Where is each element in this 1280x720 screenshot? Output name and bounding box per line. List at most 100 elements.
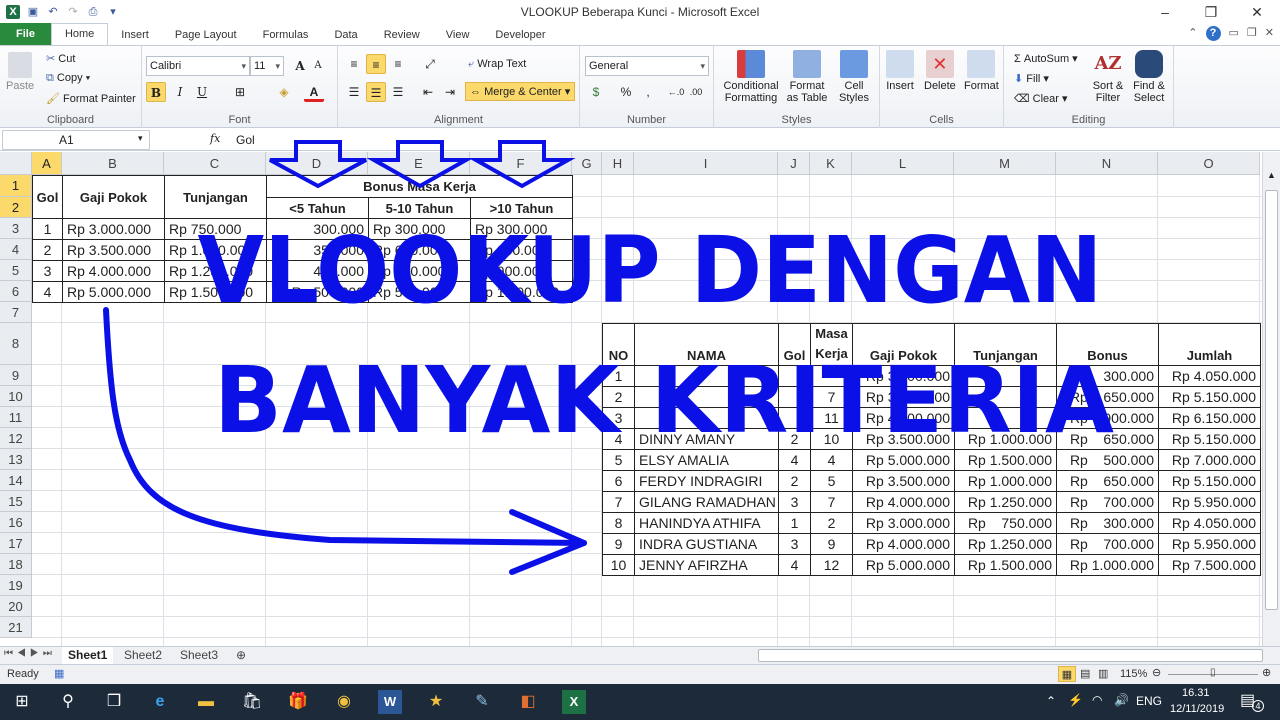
notepad-icon[interactable]: ✎	[470, 690, 494, 714]
main-gol-cell[interactable]: 3	[778, 533, 811, 555]
input-language[interactable]: ENG	[1136, 694, 1162, 708]
vertical-scroll-thumb[interactable]	[1265, 190, 1278, 610]
lookup-gaji-cell[interactable]: Rp 4.000.000	[62, 260, 165, 282]
main-nama-cell[interactable]: DINNY AMANY	[634, 428, 779, 450]
font-name-select[interactable]: Calibri	[146, 56, 250, 76]
lookup-header-gaji-pokok[interactable]: Gaji Pokok	[62, 175, 165, 219]
row-header-9[interactable]: 9	[0, 365, 32, 386]
row-header-21[interactable]: 21	[0, 617, 32, 638]
lookup-bonus-lt5-cell[interactable]: 350.000	[266, 239, 369, 261]
align-left-icon[interactable]: ☰	[344, 82, 364, 102]
align-right-icon[interactable]: ☰	[388, 82, 408, 102]
word-icon[interactable]: W	[378, 690, 402, 714]
lookup-bonus-gt10-cell[interactable]: Rp 1.000.000	[470, 281, 573, 303]
macro-record-icon[interactable]: ▦	[54, 667, 64, 680]
restore-button[interactable]: ❐	[1188, 0, 1234, 24]
format-cells-button[interactable]: Format	[964, 50, 999, 92]
main-masa-kerja-cell[interactable]: 10	[810, 428, 853, 450]
main-nama-cell[interactable]: HANINDYA ATHIFA	[634, 512, 779, 534]
lookup-bonus-lt5-cell[interactable]: 300.000	[266, 218, 369, 240]
main-gaji-pokok-cell[interactable]: Rp 3.500.000	[852, 428, 955, 450]
row-header-12[interactable]: 12	[0, 428, 32, 449]
main-gaji-pokok-cell[interactable]: Rp 5.000.000	[852, 449, 955, 471]
main-masa-kerja-cell[interactable]: 9	[810, 533, 853, 555]
main-jumlah-cell[interactable]: Rp 7.000.000	[1158, 449, 1261, 471]
workbook-restore-icon[interactable]: ❐	[1247, 26, 1257, 41]
main-bonus-cell[interactable]: Rp 500.000	[1056, 449, 1159, 471]
main-gol-cell[interactable]: 4	[778, 449, 811, 471]
format-as-table-button[interactable]: Format as Table	[784, 50, 830, 104]
main-tunjangan-cell[interactable]	[954, 386, 1057, 408]
collapse-ribbon-icon[interactable]: ⌃	[1188, 26, 1197, 41]
main-header-no[interactable]: NO	[602, 323, 635, 366]
column-header-l[interactable]: L	[852, 152, 954, 175]
main-gaji-pokok-cell[interactable]: Rp 4.000.000	[852, 491, 955, 513]
lookup-tunjangan-cell[interactable]: Rp 1.500.000	[164, 281, 267, 303]
align-center-icon[interactable]: ☰	[366, 82, 386, 102]
normal-view-icon[interactable]: ▦	[1058, 666, 1076, 682]
main-jumlah-cell[interactable]: Rp 6.150.000	[1158, 407, 1261, 429]
main-bonus-cell[interactable]: Rp 650.000	[1056, 470, 1159, 492]
lookup-header-bonus-masa-kerja[interactable]: Bonus Masa Kerja	[266, 175, 573, 198]
clock-time[interactable]: 16.31	[1182, 687, 1210, 699]
increase-decimal-icon[interactable]: ←.0	[666, 82, 686, 102]
main-header-gaji-pokok[interactable]: Gaji Pokok	[852, 323, 955, 366]
main-masa-kerja-cell[interactable]	[810, 365, 853, 387]
clear-button[interactable]: ⌫ Clear ▾	[1014, 92, 1068, 105]
main-no-cell[interactable]: 9	[602, 533, 635, 555]
lookup-tunjangan-cell[interactable]: Rp 1.250.000	[164, 260, 267, 282]
main-header-bonus[interactable]: Bonus	[1056, 323, 1159, 366]
column-header-k[interactable]: K	[810, 152, 852, 175]
row-header-13[interactable]: 13	[0, 449, 32, 470]
column-header-c[interactable]: C	[164, 152, 266, 175]
name-box-dropdown-icon[interactable]: ▾	[138, 133, 143, 144]
main-bonus-cell[interactable]: Rp 300.000	[1056, 365, 1159, 387]
main-gaji-pokok-cell[interactable]: Rp 3.000.000	[852, 365, 955, 387]
gift-app-icon[interactable]: 🎁	[286, 690, 310, 714]
edge-icon[interactable]: e	[148, 690, 172, 714]
main-gaji-pokok-cell[interactable]: Rp 3.000.000	[852, 512, 955, 534]
worksheet-grid[interactable]: A B C D E F G H I J K L M N O 1 2 3 4 5 6 7 8 9 10 11 12 13 14 15 16 17…	[0, 152, 1262, 646]
lookup-tunjangan-cell[interactable]: Rp 750.000	[164, 218, 267, 240]
main-gol-cell[interactable]: 2	[778, 470, 811, 492]
wifi-icon[interactable]: ◠	[1092, 693, 1102, 707]
align-middle-icon[interactable]: ≡	[366, 54, 386, 74]
main-bonus-cell[interactable]: Rp 300.000	[1056, 512, 1159, 534]
workbook-minimize-icon[interactable]: ▭	[1229, 26, 1239, 41]
tab-view[interactable]: View	[433, 25, 483, 45]
tab-formulas[interactable]: Formulas	[250, 25, 322, 45]
main-gol-cell[interactable]	[778, 386, 811, 408]
formula-input[interactable]: Gol	[236, 133, 255, 147]
row-header-17[interactable]: 17	[0, 533, 32, 554]
name-box[interactable]: A1	[2, 130, 150, 150]
row-header-4[interactable]: 4	[0, 239, 32, 260]
row-header-1[interactable]: 1	[0, 175, 32, 197]
lookup-gol-cell[interactable]: 2	[32, 239, 63, 261]
number-format-select[interactable]: General	[585, 56, 709, 76]
main-nama-cell[interactable]	[634, 365, 779, 387]
merge-center-button[interactable]: ⇔ Merge & Center ▾	[465, 82, 576, 101]
insert-sheet-icon[interactable]: ⊕	[230, 647, 252, 664]
movie-maker-icon[interactable]: ★	[424, 690, 448, 714]
main-masa-kerja-cell[interactable]: 11	[810, 407, 853, 429]
lookup-header-5to10[interactable]: 5-10 Tahun	[368, 197, 471, 219]
find-select-button[interactable]: Find & Select	[1130, 50, 1168, 104]
main-bonus-cell[interactable]: Rp 1.000.000	[1056, 554, 1159, 576]
row-header-11[interactable]: 11	[0, 407, 32, 428]
tab-file[interactable]: File	[0, 23, 51, 45]
zoom-in-icon[interactable]: ⊕	[1262, 666, 1271, 679]
main-gol-cell[interactable]: 1	[778, 512, 811, 534]
main-no-cell[interactable]: 4	[602, 428, 635, 450]
main-tunjangan-cell[interactable]: Rp 1.000.000	[954, 428, 1057, 450]
row-header-8[interactable]: 8	[0, 323, 32, 365]
main-tunjangan-cell[interactable]: Rp 1.500.000	[954, 554, 1057, 576]
search-icon[interactable]: ⚲	[56, 690, 80, 714]
lookup-bonus-5to10-cell[interactable]: Rp 300.000	[368, 218, 471, 240]
cut-button[interactable]: ✂ Cut	[46, 52, 75, 65]
column-header-h[interactable]: H	[602, 152, 634, 175]
file-explorer-icon[interactable]: ▬	[194, 690, 218, 714]
font-size-select[interactable]: 11	[250, 56, 284, 76]
row-header-3[interactable]: 3	[0, 218, 32, 239]
italic-button[interactable]: I	[170, 82, 190, 102]
column-header-f[interactable]: F	[470, 152, 572, 175]
